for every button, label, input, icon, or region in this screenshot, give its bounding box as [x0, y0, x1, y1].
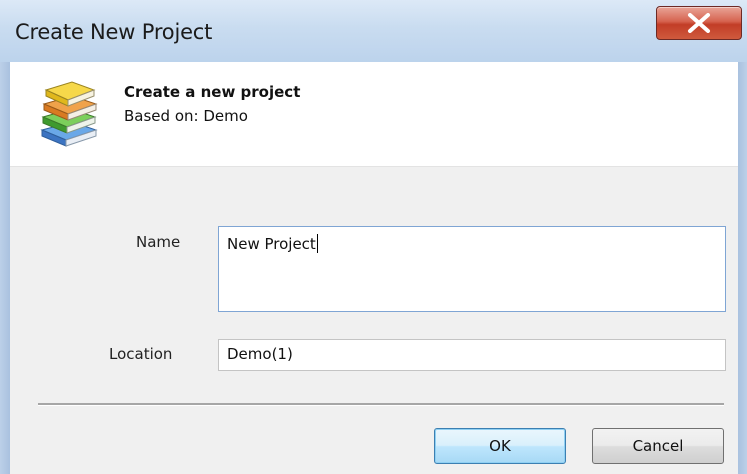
create-project-dialog: Create New Project Create a new project …: [0, 0, 747, 474]
books-icon: [40, 81, 98, 147]
window-frame-left: [0, 62, 10, 474]
name-input[interactable]: New Project: [218, 226, 726, 312]
location-label: Location: [109, 345, 173, 363]
window-title: Create New Project: [15, 20, 213, 44]
dialog-header: Create a new project Based on: Demo: [10, 62, 738, 167]
close-icon: [688, 13, 710, 33]
dialog-body: Name New Project Location Demo(1) OK Can…: [10, 167, 738, 474]
window-frame-right: [738, 62, 747, 474]
header-subtitle: Based on: Demo: [124, 107, 248, 125]
close-button[interactable]: [656, 6, 742, 40]
separator: [38, 403, 724, 406]
ok-button[interactable]: OK: [434, 428, 566, 464]
name-label: Name: [136, 233, 181, 251]
text-caret: [316, 234, 318, 253]
cancel-button[interactable]: Cancel: [592, 428, 724, 464]
header-title: Create a new project: [124, 83, 301, 101]
name-input-value: New Project: [227, 235, 316, 253]
title-bar[interactable]: Create New Project: [0, 0, 747, 62]
location-input[interactable]: Demo(1): [218, 339, 726, 371]
location-input-value: Demo(1): [227, 345, 293, 363]
